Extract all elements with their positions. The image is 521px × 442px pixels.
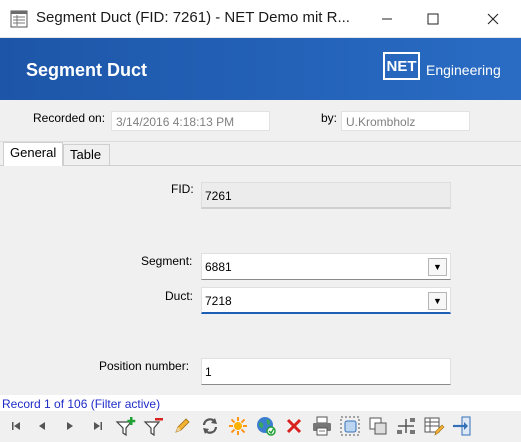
- copy-icon[interactable]: [366, 414, 390, 438]
- header-banner: Segment Duct NET Engineering: [0, 38, 521, 100]
- select-object-icon[interactable]: [338, 414, 362, 438]
- table-edit-icon[interactable]: [422, 414, 446, 438]
- minimize-button[interactable]: [364, 0, 410, 38]
- position-number-label: Position number:: [99, 359, 190, 373]
- delete-icon[interactable]: [282, 414, 306, 438]
- net-logo: NET: [383, 52, 420, 80]
- tab-general[interactable]: General: [3, 142, 63, 166]
- fid-field: 7261: [201, 182, 451, 209]
- duct-label: Duct:: [165, 289, 194, 303]
- globe-locate-icon[interactable]: [254, 414, 278, 438]
- banner-title: Segment Duct: [26, 60, 148, 80]
- minimize-icon: [382, 18, 392, 20]
- maximize-button[interactable]: [410, 0, 456, 38]
- previous-record-icon[interactable]: [30, 414, 54, 438]
- chevron-down-icon[interactable]: ▼: [428, 292, 447, 310]
- position-number-field[interactable]: 1: [201, 358, 451, 385]
- remove-filter-icon[interactable]: [142, 414, 166, 438]
- exit-icon[interactable]: [450, 414, 474, 438]
- chevron-down-icon[interactable]: ▼: [428, 258, 447, 276]
- refresh-icon[interactable]: [198, 414, 222, 438]
- close-icon: [487, 13, 499, 25]
- duct-dropdown[interactable]: 7218 ▼: [201, 287, 451, 314]
- bottom-toolbar: [0, 411, 521, 442]
- first-record-icon[interactable]: [4, 414, 28, 438]
- general-panel: FID: 7261 Segment: 6881 ▼ Duct: 7218 ▼ P…: [0, 165, 521, 395]
- segment-value: 6881: [205, 260, 232, 274]
- tab-strip: General Table: [0, 142, 521, 166]
- print-icon[interactable]: [310, 414, 334, 438]
- segment-label: Segment:: [141, 254, 193, 268]
- maximize-icon: [427, 13, 439, 25]
- duct-value: 7218: [205, 294, 232, 308]
- record-status: Record 1 of 106 (Filter active): [2, 397, 161, 411]
- title-bar: Segment Duct (FID: 7261) - NET Demo mit …: [0, 0, 521, 38]
- last-record-icon[interactable]: [86, 414, 110, 438]
- close-button[interactable]: [470, 0, 516, 38]
- fid-label: FID:: [171, 182, 194, 196]
- by-field: U.Krombholz: [341, 111, 470, 131]
- by-label: by:: [321, 111, 338, 125]
- window-title: Segment Duct (FID: 7261) - NET Demo mit …: [36, 9, 350, 26]
- highlight-icon[interactable]: [226, 414, 250, 438]
- segment-dropdown[interactable]: 6881 ▼: [201, 253, 451, 280]
- add-filter-icon[interactable]: [114, 414, 138, 438]
- record-info-strip: Recorded on: 3/14/2016 4:18:13 PM by: U.…: [0, 100, 521, 142]
- recorded-on-label: Recorded on:: [33, 111, 106, 125]
- next-record-icon[interactable]: [58, 414, 82, 438]
- edit-icon[interactable]: [170, 414, 194, 438]
- form-window-icon: [10, 10, 28, 28]
- net-logo-suffix: Engineering: [426, 62, 501, 78]
- connect-icon[interactable]: [394, 414, 418, 438]
- recorded-on-field: 3/14/2016 4:18:13 PM: [111, 111, 270, 131]
- tab-table[interactable]: Table: [63, 144, 110, 166]
